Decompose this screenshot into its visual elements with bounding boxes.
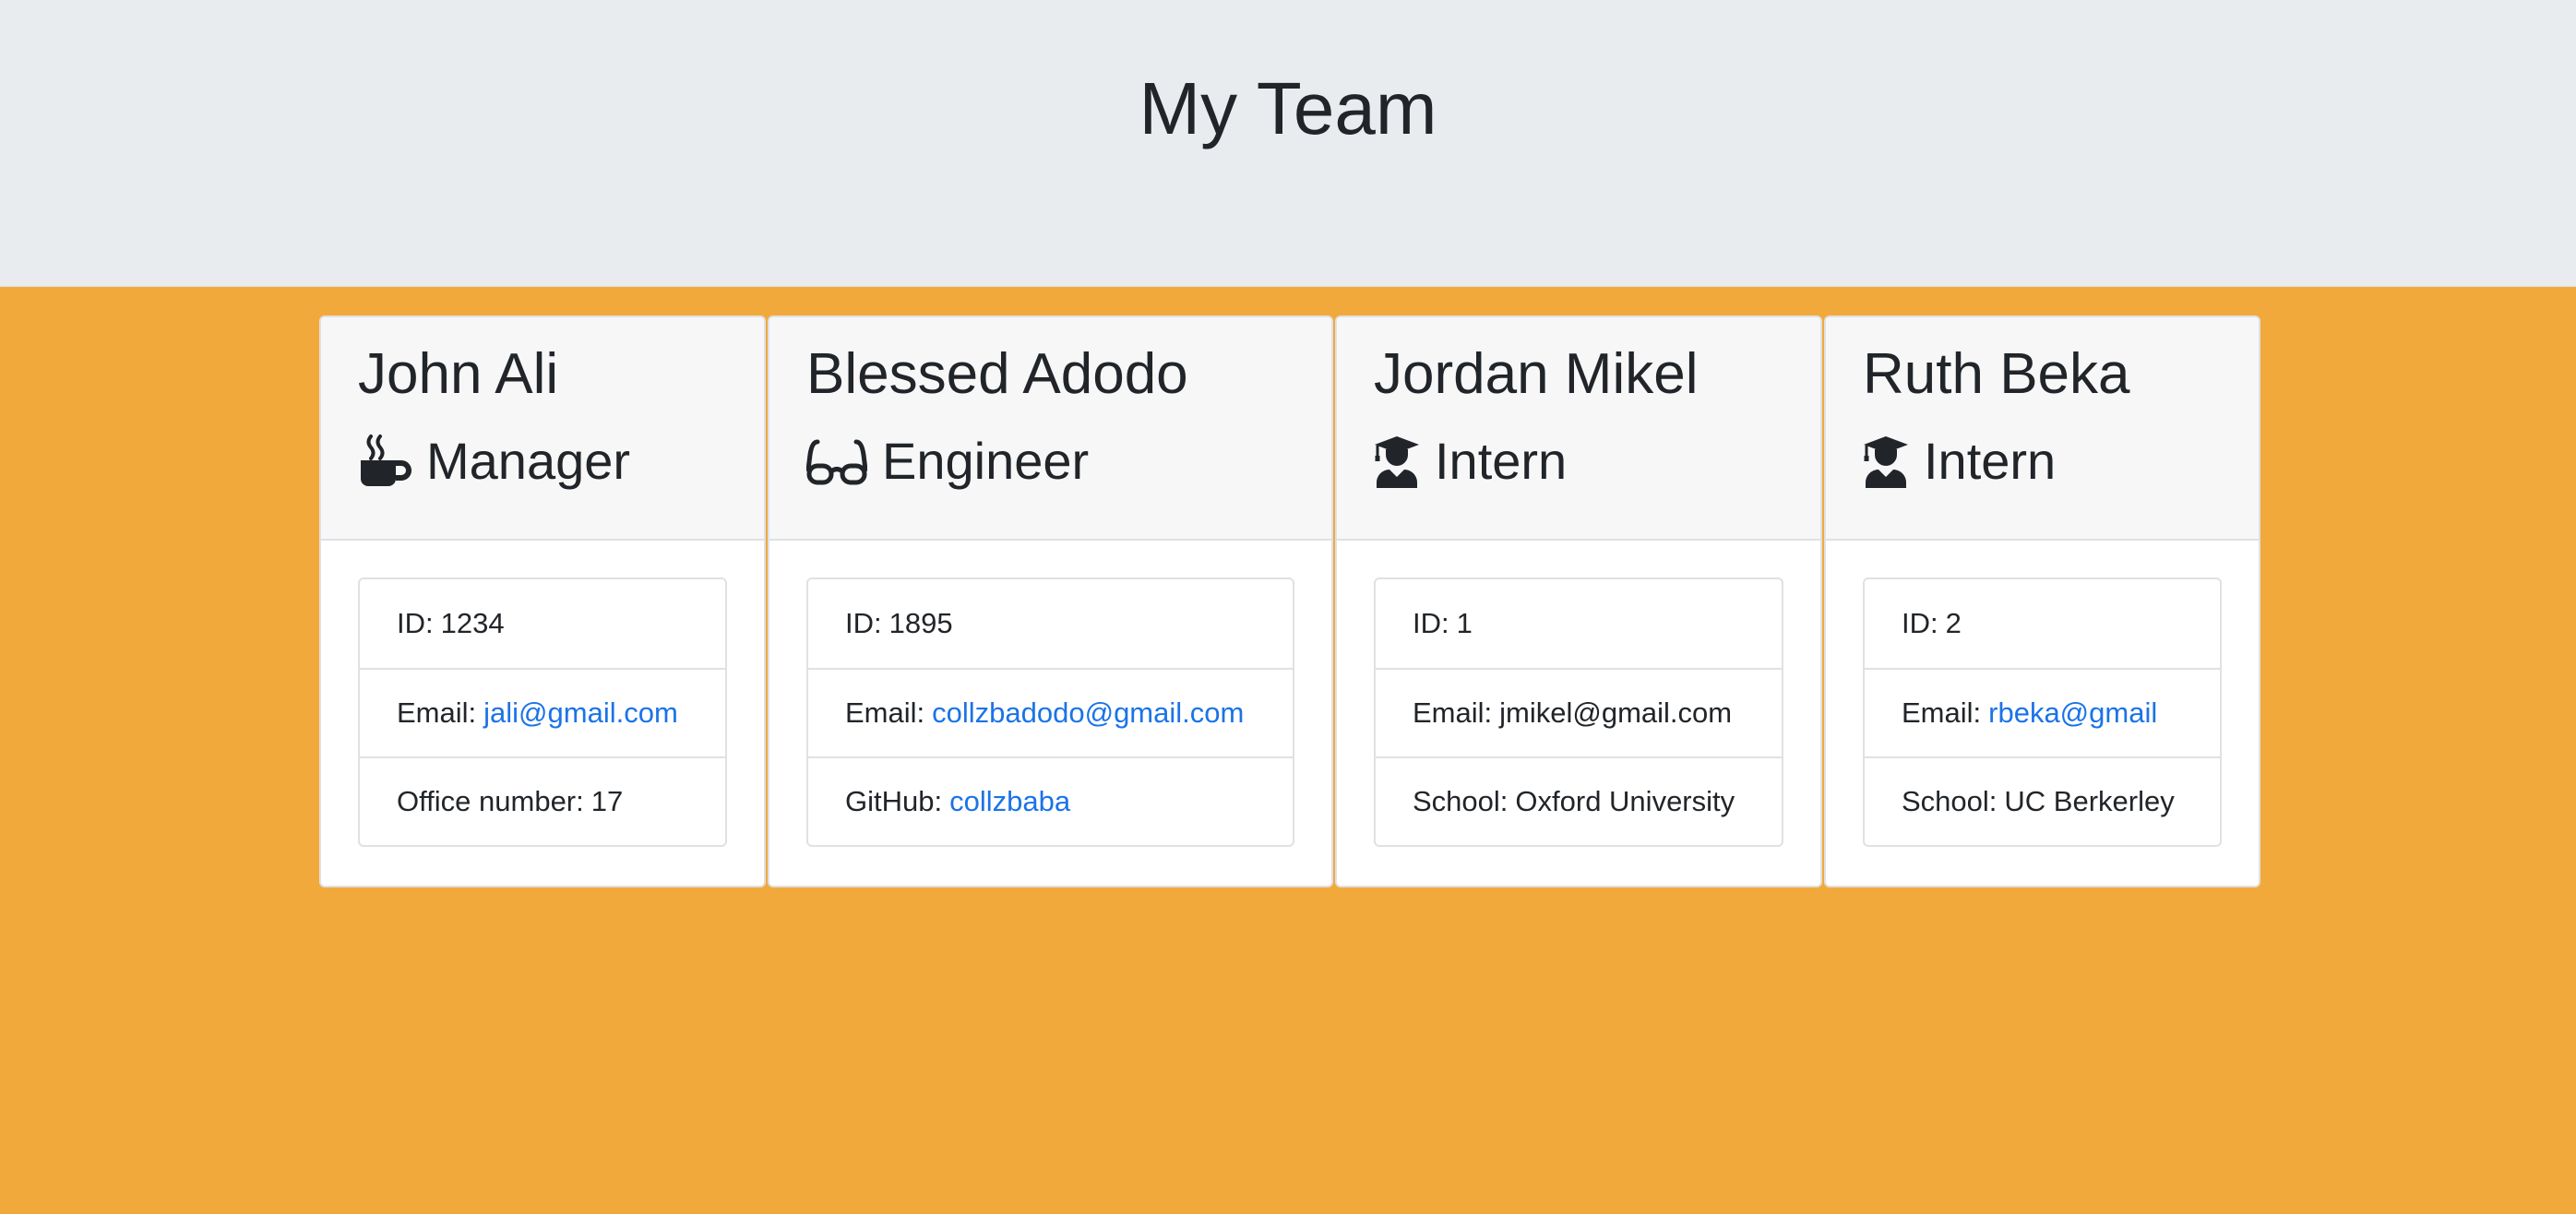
employee-role: Engineer bbox=[806, 430, 1294, 493]
email-link[interactable]: collzbadodo@gmail.com bbox=[932, 696, 1244, 730]
id-row: ID: 2 bbox=[1902, 607, 1962, 639]
team-cards: John Ali Manager ID: 1234 Email: jali@gm… bbox=[319, 315, 2260, 887]
id-value: 1234 bbox=[440, 607, 505, 639]
school-row: School: UC Berkerley bbox=[1865, 756, 2220, 845]
id-value: 2 bbox=[1945, 607, 1962, 639]
page-header: My Team bbox=[0, 0, 2576, 287]
github-row: GitHub: collzbaba bbox=[808, 756, 1293, 845]
id-value: 1895 bbox=[888, 607, 953, 639]
card-body: ID: 1895 Email: collzbadodo@gmail.com Gi… bbox=[769, 541, 1331, 884]
page-title: My Team bbox=[1139, 67, 1437, 149]
email-value: jmikel@gmail.com bbox=[1499, 696, 1733, 729]
id-row: ID: 1895 bbox=[845, 607, 953, 639]
coffee-mug-icon bbox=[358, 434, 411, 488]
id-row: ID: 1234 bbox=[397, 607, 505, 639]
card-header: John Ali Manager bbox=[321, 317, 764, 541]
email-link[interactable]: rbeka@gmail bbox=[1988, 696, 2157, 730]
role-label: Intern bbox=[1435, 432, 1568, 490]
card-header: Ruth Beka Intern bbox=[1826, 317, 2259, 541]
employee-details: ID: 1 Email: jmikel@gmail.com School: Ox… bbox=[1374, 577, 1783, 847]
employee-name: Jordan Mikel bbox=[1374, 342, 1699, 406]
card-body: ID: 1234 Email: jali@gmail.com Office nu… bbox=[321, 541, 764, 884]
employee-card-manager: John Ali Manager ID: 1234 Email: jali@gm… bbox=[319, 315, 766, 887]
office-number-value: 17 bbox=[590, 785, 624, 817]
employee-card-engineer: Blessed Adodo Engineer ID: 1895 Email: c… bbox=[768, 315, 1333, 887]
employee-name: John Ali bbox=[358, 342, 559, 406]
school-row: School: Oxford University bbox=[1376, 756, 1782, 845]
office-number-row: Office number: 17 bbox=[360, 756, 725, 845]
graduate-icon bbox=[1863, 434, 1909, 488]
id-row: ID: 1 bbox=[1413, 607, 1473, 639]
role-label: Engineer bbox=[882, 432, 1090, 490]
employee-details: ID: 1234 Email: jali@gmail.com Office nu… bbox=[358, 577, 727, 847]
employee-card-intern: Jordan Mikel Intern ID: 1 Email: jmikel@… bbox=[1335, 315, 1822, 887]
id-value: 1 bbox=[1456, 607, 1473, 639]
school-value: UC Berkerley bbox=[2004, 785, 2175, 817]
email-row: Email: rbeka@gmail bbox=[1865, 668, 2220, 756]
card-header: Jordan Mikel Intern bbox=[1337, 317, 1820, 541]
email-row: Email: jmikel@gmail.com bbox=[1376, 668, 1782, 756]
glasses-icon bbox=[806, 434, 867, 488]
email-row: Email: jali@gmail.com bbox=[360, 668, 725, 756]
employee-role: Intern bbox=[1863, 430, 2222, 493]
card-body: ID: 1 Email: jmikel@gmail.com School: Ox… bbox=[1337, 541, 1820, 884]
employee-role: Manager bbox=[358, 430, 727, 493]
email-link[interactable]: jali@gmail.com bbox=[483, 696, 678, 730]
role-label: Intern bbox=[1924, 432, 2057, 490]
employee-details: ID: 2 Email: rbeka@gmail School: UC Berk… bbox=[1863, 577, 2222, 847]
school-value: Oxford University bbox=[1515, 785, 1735, 817]
email-row: Email: collzbadodo@gmail.com bbox=[808, 668, 1293, 756]
card-body: ID: 2 Email: rbeka@gmail School: UC Berk… bbox=[1826, 541, 2259, 884]
employee-details: ID: 1895 Email: collzbadodo@gmail.com Gi… bbox=[806, 577, 1294, 847]
employee-name: Ruth Beka bbox=[1863, 342, 2130, 406]
employee-card-intern: Ruth Beka Intern ID: 2 Email: rbeka@gmai… bbox=[1824, 315, 2260, 887]
employee-name: Blessed Adodo bbox=[806, 342, 1188, 406]
github-link[interactable]: collzbaba bbox=[949, 785, 1070, 818]
card-header: Blessed Adodo Engineer bbox=[769, 317, 1331, 541]
graduate-icon bbox=[1374, 434, 1420, 488]
role-label: Manager bbox=[426, 432, 631, 490]
employee-role: Intern bbox=[1374, 430, 1783, 493]
